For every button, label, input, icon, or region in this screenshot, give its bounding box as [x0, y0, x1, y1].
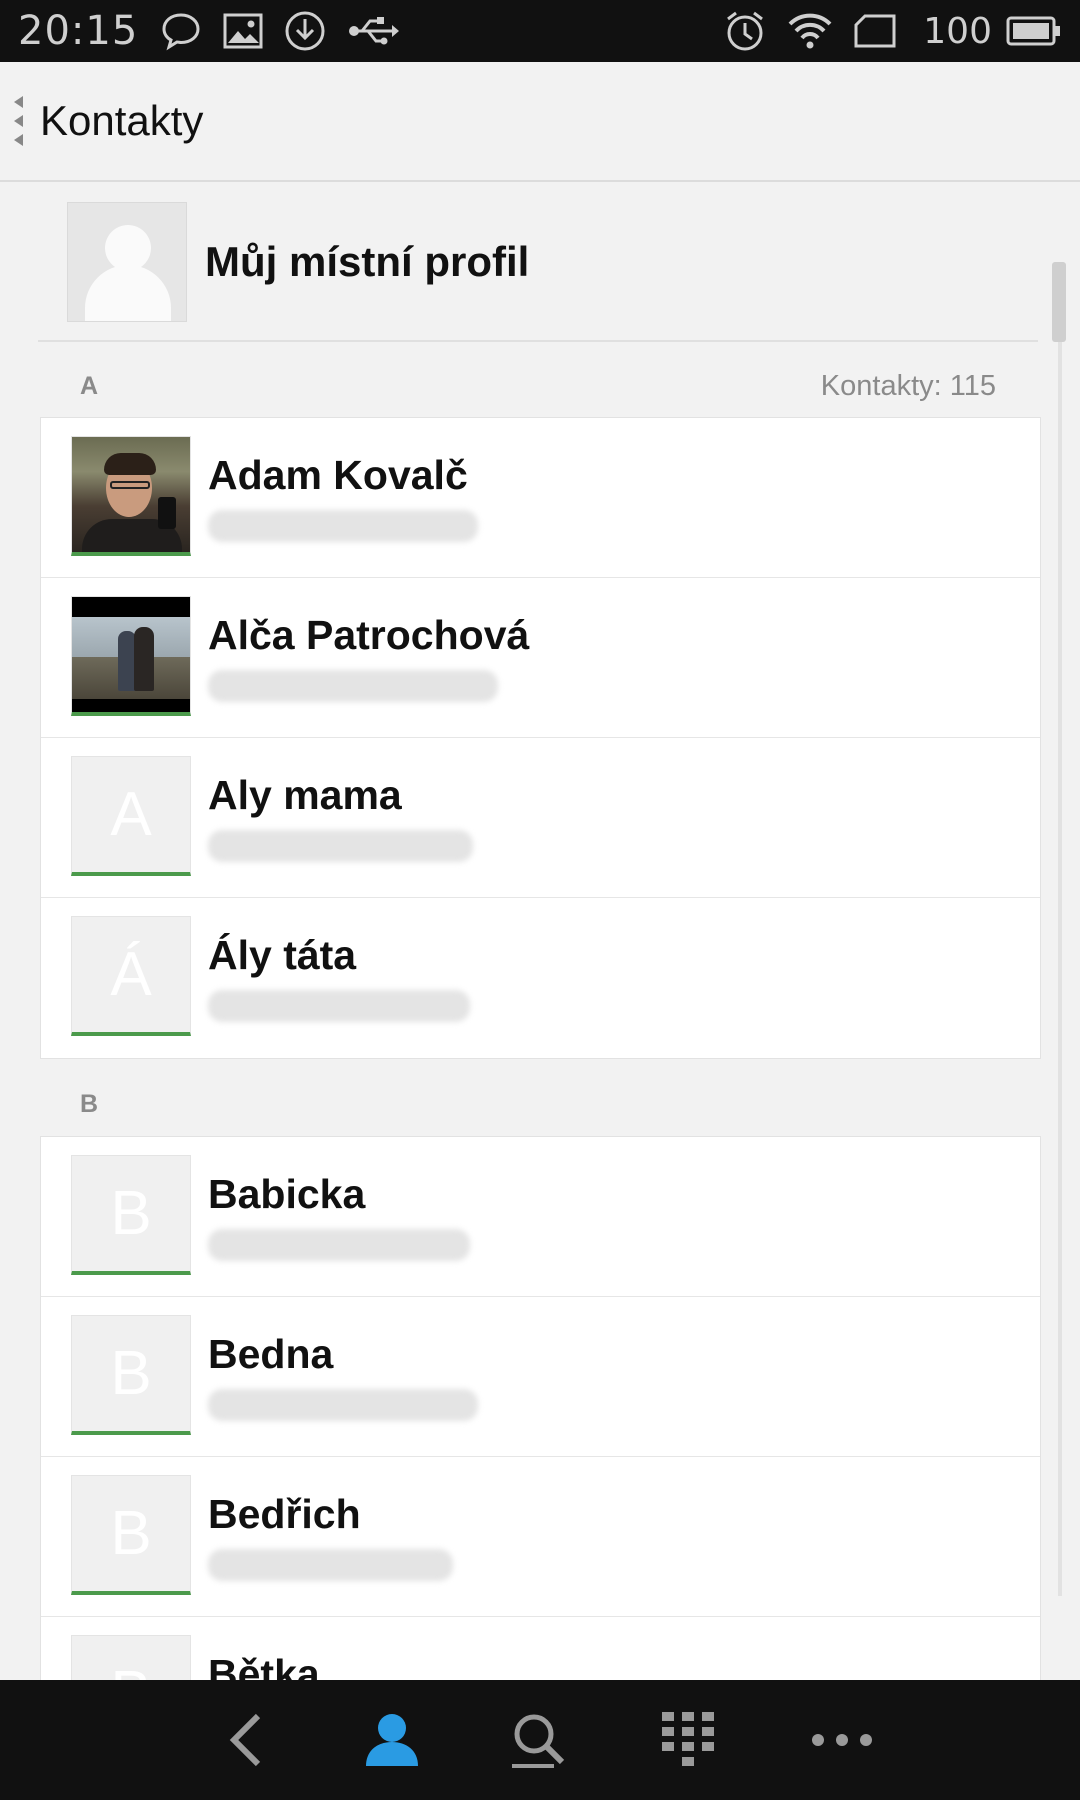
contact-name: Alča Patrochová	[208, 612, 530, 658]
section-card-a: Adam Kovalč Alča Patrochová A Aly mama Á…	[40, 417, 1041, 1059]
battery-level: 100	[923, 10, 992, 52]
contact-row[interactable]: Á Ály táta	[41, 898, 1040, 1058]
avatar-initial: A	[110, 780, 152, 849]
alarm-icon	[723, 9, 767, 53]
section-header-a: A Kontakty: 115	[0, 360, 1080, 416]
contact-photo	[71, 596, 191, 716]
avatar-initial: B	[110, 1499, 152, 1568]
sim-icon	[853, 13, 897, 49]
contact-initial-avatar: B	[71, 1315, 191, 1435]
download-icon	[284, 10, 326, 52]
contact-initial-avatar: B	[71, 1475, 191, 1595]
contact-number-blurred	[208, 1549, 453, 1581]
usb-icon	[346, 13, 400, 49]
avatar-initial: Á	[110, 940, 152, 1009]
contact-name: Bětka	[208, 1651, 320, 1680]
contact-photo	[71, 436, 191, 556]
contact-name: Aly mama	[208, 772, 402, 818]
my-profile-row[interactable]: Můj místní profil	[38, 184, 1038, 342]
contact-name: Bedna	[208, 1331, 334, 1377]
contact-number-blurred	[208, 1389, 478, 1421]
page-title: Kontakty	[40, 97, 204, 144]
contact-row[interactable]: B Bedřich	[41, 1457, 1040, 1617]
more-icon[interactable]	[802, 1700, 882, 1780]
contact-name: Adam Kovalč	[208, 452, 468, 498]
wifi-icon	[787, 11, 833, 51]
scrollbar-thumb[interactable]	[1052, 262, 1066, 342]
search-icon[interactable]	[498, 1700, 578, 1780]
contact-name: Bedřich	[208, 1491, 361, 1537]
contacts-list[interactable]: Můj místní profil A Kontakty: 115 Adam K…	[0, 184, 1080, 1680]
contact-initial-avatar: A	[71, 756, 191, 876]
dialpad-icon[interactable]	[648, 1700, 728, 1780]
status-bar: 20:15 100	[0, 0, 1080, 62]
bottom-nav	[0, 1680, 1080, 1800]
contact-name: Ály táta	[208, 932, 357, 978]
chat-icon	[160, 11, 202, 51]
contact-number-blurred	[208, 670, 498, 702]
app-header: Kontakty	[0, 62, 1080, 182]
contact-row[interactable]: A Aly mama	[41, 738, 1040, 898]
avatar-initial: B	[110, 1658, 151, 1680]
contact-number-blurred	[208, 510, 478, 542]
contact-number-blurred	[208, 990, 470, 1022]
section-letter: A	[80, 372, 99, 400]
contact-row[interactable]: B Bedna	[41, 1297, 1040, 1457]
section-header-b: B	[0, 1078, 1080, 1134]
contacts-count: Kontakty: 115	[820, 370, 996, 402]
contact-initial-avatar: B	[71, 1635, 191, 1680]
contact-number-blurred	[208, 1229, 470, 1261]
battery-icon	[1006, 15, 1062, 47]
section-letter: B	[80, 1090, 99, 1118]
section-card-b: B Babicka B Bedna B Bedřich Bětka	[40, 1136, 1041, 1680]
profile-label: Můj místní profil	[205, 238, 530, 285]
contact-row[interactable]: B Babicka	[41, 1137, 1040, 1297]
status-time: 20:15	[18, 8, 139, 54]
contact-initial-avatar: Á	[71, 916, 191, 1036]
screen: 20:15 100 Kontakty Můj místní profil A K…	[0, 0, 1080, 1800]
contact-row[interactable]: Alča Patrochová	[41, 578, 1040, 738]
contact-name: Babicka	[208, 1171, 366, 1217]
contact-row[interactable]: Adam Kovalč	[41, 418, 1040, 578]
contacts-icon[interactable]	[352, 1700, 432, 1780]
avatar-initial: B	[110, 1339, 152, 1408]
profile-avatar	[67, 202, 187, 322]
back-icon[interactable]	[206, 1700, 286, 1780]
scrollbar-track	[1058, 266, 1062, 1596]
avatar-initial: B	[110, 1179, 152, 1248]
drawer-handle-icon[interactable]	[14, 96, 28, 146]
image-icon	[222, 12, 264, 50]
contact-initial-avatar: B	[71, 1155, 191, 1275]
contact-number-blurred	[208, 830, 473, 862]
contact-row[interactable]: B Bětka	[41, 1617, 1040, 1680]
